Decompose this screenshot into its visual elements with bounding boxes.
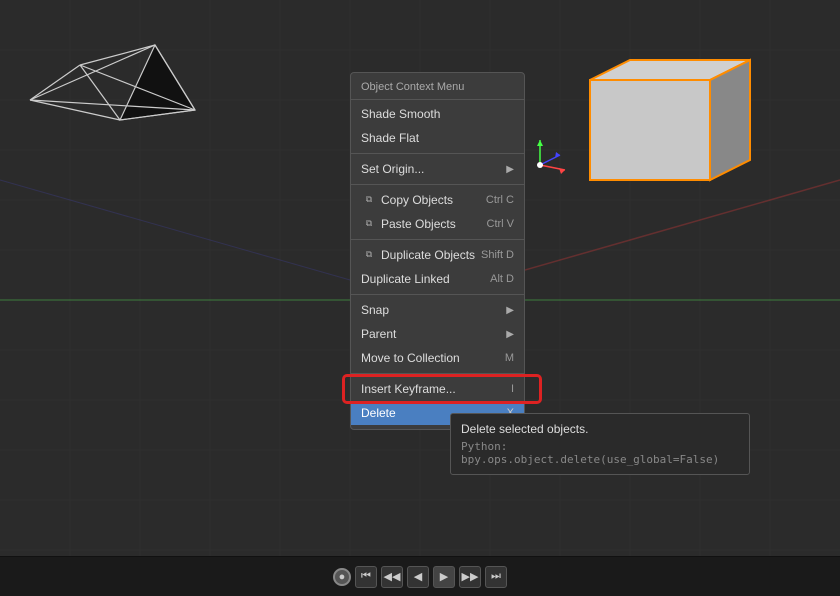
play-button[interactable]: ▶: [433, 566, 455, 588]
tooltip: Delete selected objects. Python: bpy.ops…: [450, 413, 750, 475]
submenu-arrow-set-origin: ▶: [506, 162, 514, 177]
menu-item-snap[interactable]: Snap ▶: [351, 298, 524, 322]
duplicate-icon: ⧉: [361, 247, 377, 263]
keyframe-dot-button[interactable]: ●: [333, 568, 351, 586]
prev-frame-button[interactable]: ◀◀: [381, 566, 403, 588]
menu-separator-2: [351, 184, 524, 185]
menu-item-paste-objects[interactable]: ⧉ Paste Objects Ctrl V: [351, 212, 524, 236]
step-back-button[interactable]: ◀: [407, 566, 429, 588]
menu-item-copy-objects[interactable]: ⧉ Copy Objects Ctrl C: [351, 188, 524, 212]
menu-item-shade-smooth[interactable]: Shade Smooth: [351, 102, 524, 126]
submenu-arrow-parent: ▶: [506, 327, 514, 342]
tooltip-python: Python: bpy.ops.object.delete(use_global…: [461, 440, 739, 466]
copy-shortcut: Ctrl C: [486, 192, 514, 209]
menu-item-insert-keyframe[interactable]: Insert Keyframe... I: [351, 377, 524, 401]
move-collection-shortcut: M: [505, 350, 514, 367]
jump-start-button[interactable]: ⏮: [355, 566, 377, 588]
copy-icon: ⧉: [361, 192, 377, 208]
step-forward-button[interactable]: ▶▶: [459, 566, 481, 588]
3d-viewport[interactable]: Object Context Menu Shade Smooth Shade F…: [0, 0, 840, 556]
duplicate-shortcut: Shift D: [481, 247, 514, 264]
tooltip-title: Delete selected objects.: [461, 422, 739, 436]
menu-item-shade-flat[interactable]: Shade Flat: [351, 126, 524, 150]
menu-separator-4: [351, 294, 524, 295]
menu-separator-3: [351, 239, 524, 240]
menu-item-set-origin[interactable]: Set Origin... ▶: [351, 157, 524, 181]
jump-end-button[interactable]: ⏭: [485, 566, 507, 588]
keyframe-shortcut: I: [511, 381, 514, 398]
menu-separator-5: [351, 373, 524, 374]
duplicate-linked-shortcut: Alt D: [490, 271, 514, 288]
menu-item-duplicate-objects[interactable]: ⧉ Duplicate Objects Shift D: [351, 243, 524, 267]
menu-separator-1: [351, 153, 524, 154]
context-menu: Object Context Menu Shade Smooth Shade F…: [350, 72, 525, 430]
paste-icon: ⧉: [361, 216, 377, 232]
submenu-arrow-snap: ▶: [506, 303, 514, 318]
menu-item-move-to-collection[interactable]: Move to Collection M: [351, 346, 524, 370]
menu-item-parent[interactable]: Parent ▶: [351, 322, 524, 346]
context-menu-title: Object Context Menu: [351, 77, 524, 100]
menu-item-duplicate-linked[interactable]: Duplicate Linked Alt D: [351, 267, 524, 291]
paste-shortcut: Ctrl V: [487, 216, 515, 233]
bottom-toolbar: ● ⏮ ◀◀ ◀ ▶ ▶▶ ⏭: [0, 556, 840, 596]
